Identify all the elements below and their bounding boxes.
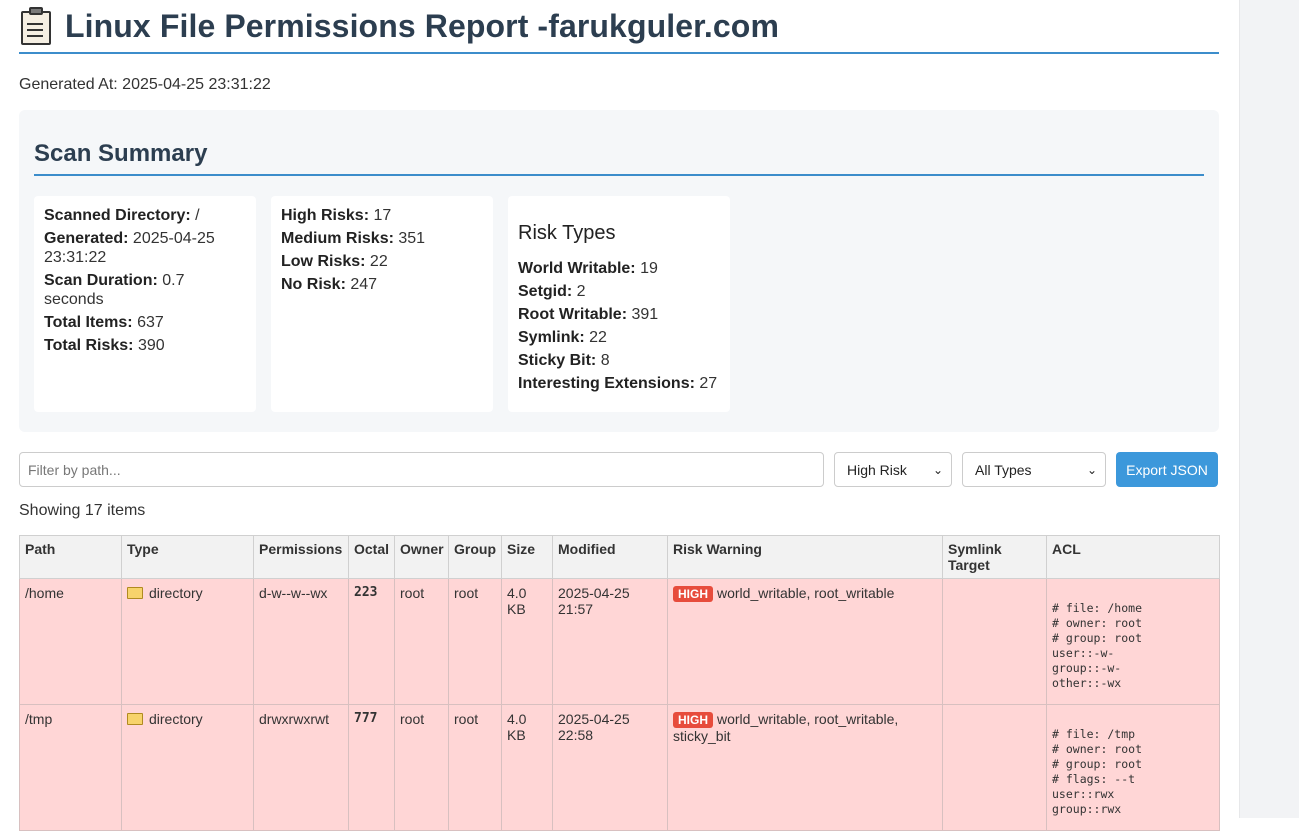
item-count: Showing 17 items [19, 502, 146, 519]
high-risk-badge: HIGH [673, 586, 713, 602]
summary-title: Scan Summary [34, 140, 1204, 176]
octal-cell: 777 [348, 704, 395, 831]
risk-warning-cell: HIGH world_writable, root_writable [667, 578, 943, 705]
table-row[interactable]: /home directory d-w--w--wx 223 root root… [19, 578, 1220, 705]
label: Low Risks: [281, 253, 366, 270]
risk-text: world_writable, root_writable [717, 585, 895, 601]
table-header-row: Path Type Permissions Octal Owner Group … [19, 535, 1220, 579]
label: Root Writable: [518, 306, 628, 323]
export-json-button[interactable]: Export JSON [1116, 452, 1218, 487]
risk-level-selected: High Risk [847, 461, 907, 478]
report-header: Linux File Permissions Report -farukgule… [19, 0, 1219, 54]
filter-bar: High Risk ⌄ All Types ⌄ Export JSON [19, 452, 1219, 487]
owner-cell: root [394, 704, 449, 831]
type-selected: All Types [975, 461, 1032, 478]
symlink-count: 22 [589, 329, 607, 346]
acl-cell: # file: /tmp # owner: root # group: root… [1046, 704, 1220, 831]
label: Total Items: [44, 314, 133, 331]
label: High Risks: [281, 207, 370, 224]
sticky-bit-count: 8 [600, 352, 610, 369]
low-risks: 22 [369, 253, 388, 270]
type-label: directory [149, 711, 203, 727]
type-select[interactable]: All Types ⌄ [962, 452, 1106, 487]
high-risk-badge: HIGH [673, 712, 713, 728]
permissions-cell: drwxrwxrwt [253, 704, 349, 831]
page-title: Linux File Permissions Report -farukgule… [65, 7, 779, 44]
world-writable-count: 19 [640, 260, 658, 277]
folder-icon [127, 587, 143, 599]
medium-risks: 351 [398, 230, 426, 247]
label: Total Risks: [44, 337, 134, 354]
label: Sticky Bit: [518, 352, 597, 369]
scan-summary: Scan Summary Scanned Directory: / Genera… [19, 110, 1219, 432]
label: Generated: [44, 230, 129, 247]
type-label: directory [149, 585, 203, 601]
table-row[interactable]: /tmp directory drwxrwxrwt 777 root root … [19, 704, 1220, 831]
acl-cell: # file: /home # owner: root # group: roo… [1046, 578, 1220, 705]
octal-cell: 223 [348, 578, 395, 705]
modified-cell: 2025-04-25 22:58 [552, 704, 668, 831]
column-header[interactable]: ACL [1046, 535, 1220, 579]
label: Interesting Extensions: [518, 375, 695, 392]
clipboard-icon [19, 7, 53, 45]
risk-types-title: Risk Types [518, 222, 616, 244]
scan-info-card: Scanned Directory: / Generated: 2025-04-… [34, 196, 256, 412]
size-cell: 4.0 KB [501, 578, 553, 705]
type-cell: directory [121, 704, 254, 831]
size-cell: 4.0 KB [501, 704, 553, 831]
folder-icon [127, 713, 143, 725]
column-header[interactable]: Risk Warning [667, 535, 943, 579]
risk-types-card: Risk Types World Writable: 19 Setgid: 2 … [508, 196, 730, 412]
column-header[interactable]: Modified [552, 535, 668, 579]
label: Setgid: [518, 283, 573, 300]
generated-at: Generated At: 2025-04-25 23:31:22 [19, 76, 271, 93]
results-table: Path Type Permissions Octal Owner Group … [19, 535, 1220, 831]
high-risks: 17 [373, 207, 392, 224]
chevron-down-icon: ⌄ [932, 462, 943, 477]
setgid-count: 2 [576, 283, 586, 300]
chevron-down-icon: ⌄ [1086, 462, 1097, 477]
path-cell: /tmp [19, 704, 122, 831]
no-risk: 247 [350, 276, 378, 293]
group-cell: root [448, 578, 502, 705]
label: Medium Risks: [281, 230, 394, 247]
total-items: 637 [137, 314, 164, 331]
label: Scanned Directory: [44, 207, 191, 224]
permissions-cell: d-w--w--wx [253, 578, 349, 705]
column-header[interactable]: Permissions [253, 535, 349, 579]
label: World Writable: [518, 260, 636, 277]
type-cell: directory [121, 578, 254, 705]
column-header[interactable]: Symlink Target [942, 535, 1047, 579]
path-cell: /home [19, 578, 122, 705]
symlink-target-cell [942, 578, 1047, 705]
risk-level-select[interactable]: High Risk ⌄ [834, 452, 952, 487]
total-risks: 390 [137, 337, 165, 354]
owner-cell: root [394, 578, 449, 705]
root-writable-count: 391 [631, 306, 659, 323]
risk-levels-card: High Risks: 17 Medium Risks: 351 Low Ris… [271, 196, 493, 412]
symlink-target-cell [942, 704, 1047, 831]
column-header[interactable]: Group [448, 535, 502, 579]
label: Symlink: [518, 329, 585, 346]
column-header[interactable]: Type [121, 535, 254, 579]
group-cell: root [448, 704, 502, 831]
label: No Risk: [281, 276, 346, 293]
interesting-extensions-count: 27 [699, 375, 718, 392]
column-header[interactable]: Octal [348, 535, 395, 579]
column-header[interactable]: Size [501, 535, 553, 579]
path-filter-input[interactable] [19, 452, 824, 487]
modified-cell: 2025-04-25 21:57 [552, 578, 668, 705]
label: Scan Duration: [44, 272, 158, 289]
column-header[interactable]: Owner [394, 535, 449, 579]
page-scroll-gutter [1239, 0, 1299, 818]
column-header[interactable]: Path [19, 535, 122, 579]
risk-warning-cell: HIGH world_writable, root_writable, stick… [667, 704, 943, 831]
report-page: Linux File Permissions Report -farukgule… [19, 0, 1220, 831]
scanned-directory: / [195, 207, 200, 224]
